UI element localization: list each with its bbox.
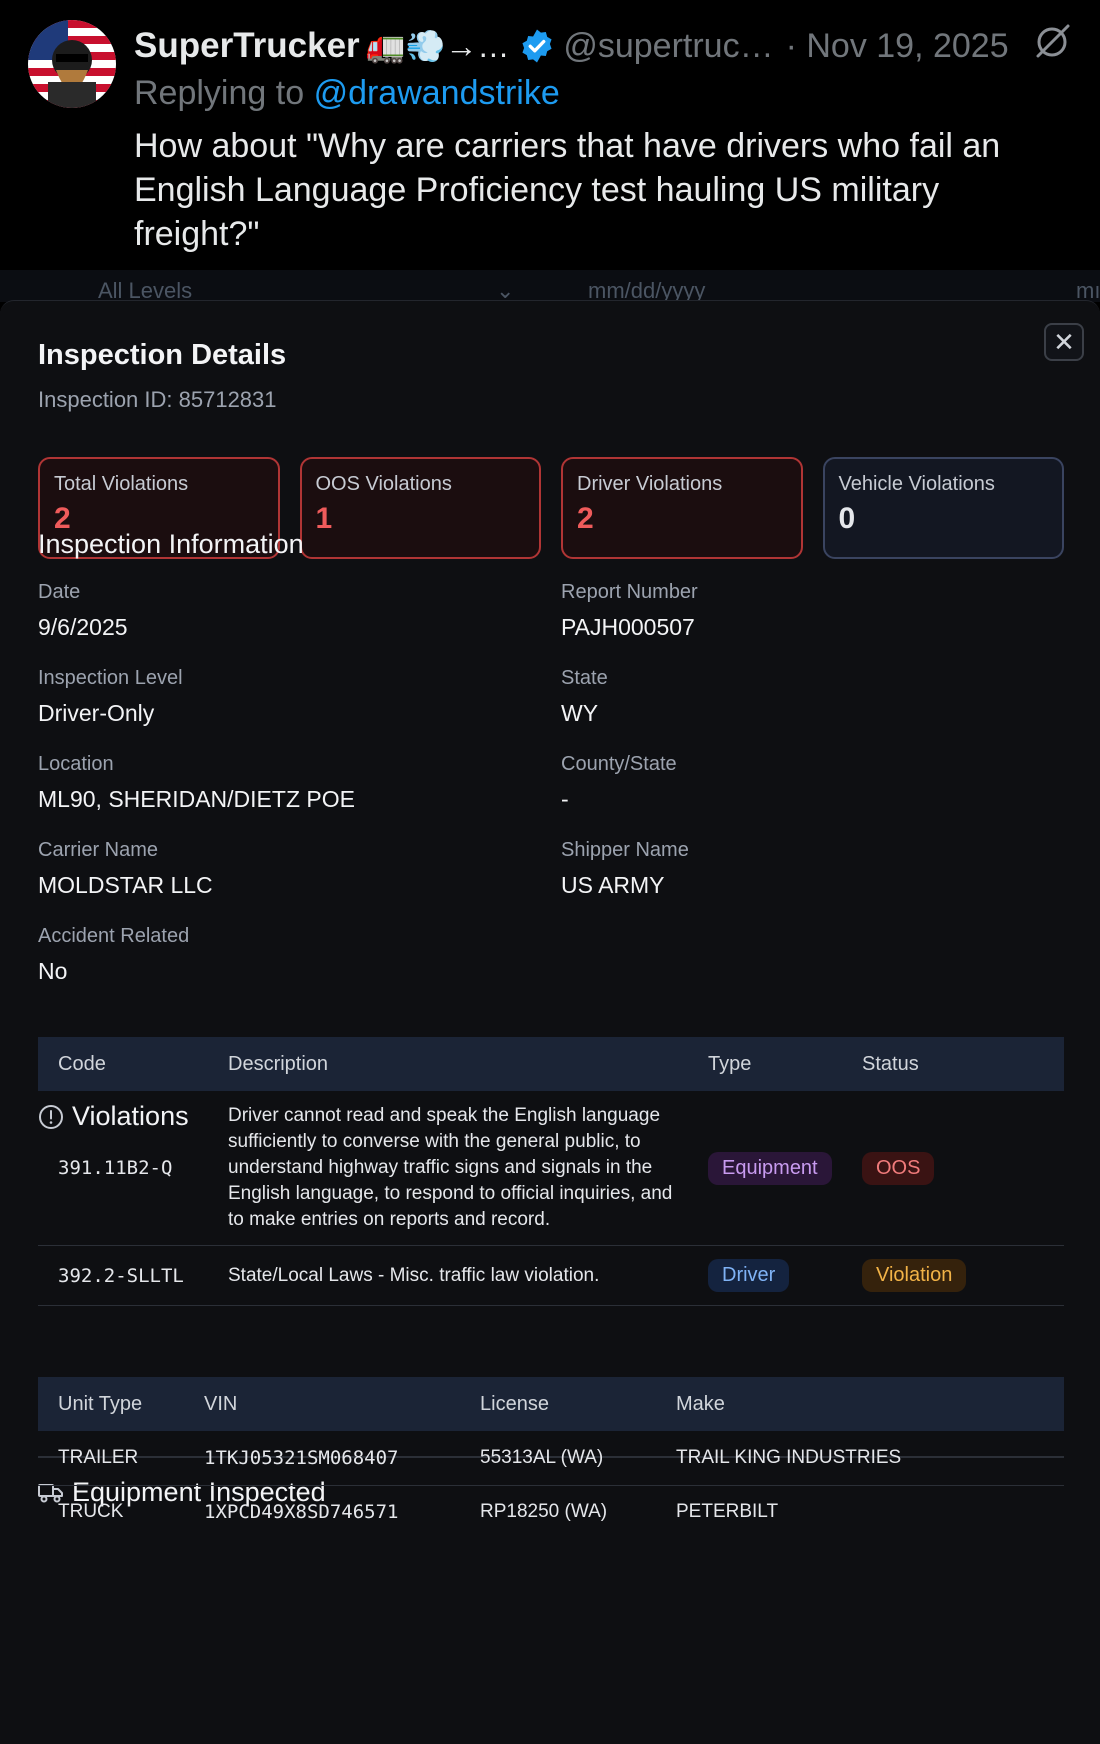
violation-description: State/Local Laws - Misc. traffic law vio… bbox=[228, 1264, 600, 1286]
info-value: WY bbox=[561, 700, 599, 726]
info-label: State bbox=[561, 667, 608, 689]
tweet-date[interactable]: · Nov 19, 2025 bbox=[786, 27, 1009, 66]
violations-table: Code Description Type Status 391.11B2-Q … bbox=[38, 1037, 1064, 1306]
column-header-make: Make bbox=[676, 1392, 725, 1415]
replying-prefix: Replying to bbox=[134, 74, 305, 112]
column-header-status: Status bbox=[862, 1052, 919, 1075]
column-header-description: Description bbox=[228, 1052, 329, 1075]
info-inspection-level: Inspection Level Driver-Only bbox=[38, 667, 518, 727]
stat-label: Driver Violations bbox=[577, 473, 723, 495]
vin: 1TKJ05321SM068407 bbox=[204, 1446, 399, 1469]
table-row: 391.11B2-Q Driver cannot read and speak … bbox=[38, 1091, 1064, 1246]
stat-label: Vehicle Violations bbox=[838, 473, 995, 495]
column-header-license: License bbox=[480, 1392, 549, 1415]
info-carrier-name: Carrier Name MOLDSTAR LLC bbox=[38, 839, 518, 899]
column-header-code: Code bbox=[58, 1052, 106, 1075]
grok-icon[interactable] bbox=[1032, 22, 1072, 62]
stat-card-vehicle-violations: Vehicle Violations 0 bbox=[822, 457, 1064, 559]
info-date: Date 9/6/2025 bbox=[38, 581, 518, 641]
vin: 1XPCD49X8SD746571 bbox=[204, 1501, 399, 1524]
replying-to-mention[interactable]: @drawandstrike bbox=[314, 74, 560, 112]
status-badge: Violation bbox=[862, 1259, 967, 1292]
inspection-details-modal: ✕ Inspection Details Inspection ID: 8571… bbox=[0, 300, 1100, 1744]
modal-title: Inspection Details bbox=[38, 339, 287, 371]
stat-label: Total Violations bbox=[54, 473, 189, 495]
info-report-number: Report Number PAJH000507 bbox=[561, 581, 1041, 641]
name-emojis: 🚛💨→… bbox=[365, 28, 510, 64]
violation-code: 392.2-SLLTL bbox=[58, 1264, 184, 1287]
stat-label: OOS Violations bbox=[315, 473, 452, 495]
close-button[interactable]: ✕ bbox=[1044, 323, 1084, 361]
type-badge: Driver bbox=[708, 1259, 790, 1292]
replying-to-line: Replying to @drawandstrike bbox=[134, 74, 1074, 118]
info-label: Accident Related bbox=[38, 925, 190, 947]
tweet-text: How about "Why are carriers that have dr… bbox=[134, 127, 1001, 253]
equipment-table: Unit Type VIN License Make TRAILER 1TKJ0… bbox=[38, 1377, 1064, 1539]
stat-card-driver-violations: Driver Violations 2 bbox=[561, 457, 803, 559]
stat-value: 0 bbox=[838, 502, 856, 535]
info-value: MOLDSTAR LLC bbox=[38, 872, 213, 898]
type-badge: Equipment bbox=[708, 1151, 832, 1185]
info-value: - bbox=[561, 786, 569, 812]
user-avatar[interactable] bbox=[28, 20, 116, 108]
info-label: Location bbox=[38, 753, 114, 775]
stat-value: 2 bbox=[577, 502, 594, 535]
column-header-vin: VIN bbox=[204, 1392, 238, 1415]
table-header-row: Unit Type VIN License Make bbox=[38, 1377, 1064, 1431]
table-row: TRUCK 1XPCD49X8SD746571 RP18250 (WA) PET… bbox=[38, 1485, 1064, 1539]
violation-description: Driver cannot read and speak the English… bbox=[228, 1105, 673, 1230]
info-label: County/State bbox=[561, 753, 677, 775]
license: 55313AL (WA) bbox=[480, 1446, 604, 1468]
info-value: 9/6/2025 bbox=[38, 614, 128, 640]
info-state: State WY bbox=[561, 667, 1041, 727]
column-header-unit-type: Unit Type bbox=[58, 1392, 143, 1415]
unit-type: TRUCK bbox=[58, 1501, 124, 1523]
table-row: 392.2-SLLTL State/Local Laws - Misc. tra… bbox=[38, 1246, 1064, 1306]
info-shipper-name: Shipper Name US ARMY bbox=[561, 839, 1041, 899]
violation-code: 391.11B2-Q bbox=[58, 1157, 173, 1179]
make: TRAIL KING INDUSTRIES bbox=[676, 1446, 902, 1468]
info-label: Inspection Level bbox=[38, 667, 183, 689]
license: RP18250 (WA) bbox=[480, 1501, 608, 1523]
verified-badge-icon bbox=[519, 28, 555, 64]
info-location: Location ML90, SHERIDAN/DIETZ POE bbox=[38, 753, 518, 813]
status-badge: OOS bbox=[862, 1151, 935, 1185]
background-filter-bar: All Levels ⌄ mm/dd/yyyy mı bbox=[0, 270, 1100, 302]
stat-value: 1 bbox=[315, 502, 333, 535]
inspection-id: Inspection ID: 85712831 bbox=[38, 387, 277, 412]
info-value: PAJH000507 bbox=[561, 614, 695, 640]
date-filter-input[interactable]: mm/dd/yyyy bbox=[588, 278, 705, 302]
table-row: TRAILER 1TKJ05321SM068407 55313AL (WA) T… bbox=[38, 1431, 1064, 1485]
info-county-state: County/State - bbox=[561, 753, 1041, 813]
info-label: Report Number bbox=[561, 581, 698, 603]
date-filter-input-2[interactable]: mı bbox=[1076, 278, 1100, 302]
author-handle[interactable]: @supertruc… bbox=[563, 27, 773, 66]
tweet-header: SuperTrucker 🚛💨→… @supertruc… · Nov 19, … bbox=[0, 0, 1100, 270]
author-display-name[interactable]: SuperTrucker bbox=[134, 26, 360, 66]
level-filter-select[interactable]: All Levels bbox=[98, 278, 192, 302]
info-label: Carrier Name bbox=[38, 839, 159, 861]
inspection-information-heading: Inspection Information bbox=[38, 529, 304, 559]
info-value: Driver-Only bbox=[38, 700, 155, 726]
stat-card-oos-violations: OOS Violations 1 bbox=[299, 457, 541, 559]
info-label: Date bbox=[38, 581, 81, 603]
info-value: ML90, SHERIDAN/DIETZ POE bbox=[38, 786, 355, 812]
info-value: US ARMY bbox=[561, 872, 665, 898]
table-header-row: Code Description Type Status bbox=[38, 1037, 1064, 1091]
close-icon: ✕ bbox=[1053, 326, 1075, 357]
info-value: No bbox=[38, 958, 68, 984]
chevron-down-icon: ⌄ bbox=[496, 278, 515, 302]
info-accident-related: Accident Related No bbox=[38, 925, 518, 985]
make: PETERBILT bbox=[676, 1501, 779, 1523]
info-label: Shipper Name bbox=[561, 839, 689, 861]
column-header-type: Type bbox=[708, 1052, 752, 1075]
unit-type: TRAILER bbox=[58, 1446, 139, 1468]
